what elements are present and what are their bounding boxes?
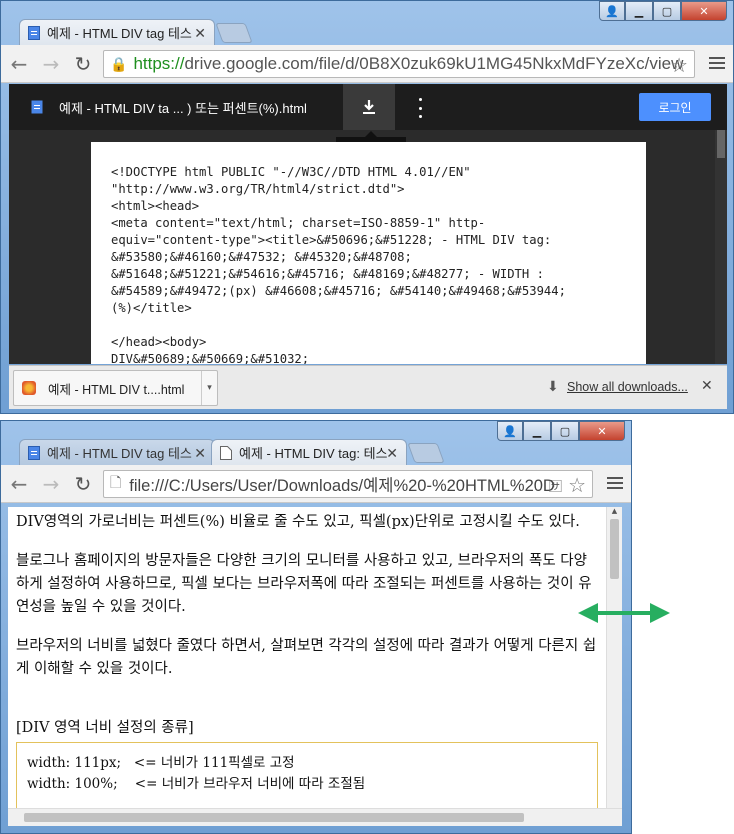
back-icon[interactable]: ← xyxy=(5,50,33,78)
paragraph-2: 블로그나 홈페이지의 방문자들은 다양한 크기의 모니터를 사용하고 있고, 브… xyxy=(16,553,592,615)
close-tab-icon[interactable]: ✕ xyxy=(194,445,206,462)
browser-toolbar: ← → ↻ 🔒 https:// drive.google.com/file/d… xyxy=(1,45,733,83)
tab-title: 예제 - HTML DIV tag 테스 xyxy=(47,26,192,41)
code-preview: <!DOCTYPE html PUBLIC "-//W3C//DTD HTML … xyxy=(91,142,646,364)
minimize-button[interactable]: ▁ xyxy=(625,1,653,21)
download-icon: ⬇ xyxy=(547,379,559,395)
new-tab-button[interactable] xyxy=(407,443,445,463)
tab-local-file[interactable]: 예제 - HTML DIV tag: 테스 ✕ xyxy=(211,439,407,465)
url-text: drive.google.com/file/d/0B8X0zuk69kU1MG4… xyxy=(184,54,684,73)
code-line: (%)</title> xyxy=(111,301,192,315)
page-icon xyxy=(220,445,232,460)
menu-icon[interactable] xyxy=(709,54,725,70)
horizontal-scrollbar[interactable] xyxy=(8,808,622,826)
code-line: equiv="content-type"><title>&#50696;&#51… xyxy=(111,233,552,247)
more-options-icon[interactable] xyxy=(415,98,425,118)
code-line: <meta content="text/html; charset=ISO-88… xyxy=(111,216,486,230)
doc-icon xyxy=(28,445,40,460)
box-line-1: width: 111px; <= 너비가 111픽셀로 고정 xyxy=(27,755,295,771)
scroll-up-arrow[interactable]: ▲ xyxy=(607,507,622,519)
minimize-button[interactable]: ▁ xyxy=(523,421,551,441)
tab-drive-file[interactable]: 예제 - HTML DIV tag 테스 ✕ xyxy=(19,439,215,465)
url-scheme: https:// xyxy=(133,54,185,73)
lock-icon: 🔒 xyxy=(110,55,128,72)
maximize-button[interactable]: ▢ xyxy=(653,1,681,21)
download-item-label: 예제 - HTML DIV t....html xyxy=(48,382,185,397)
new-tab-button[interactable] xyxy=(215,23,253,43)
doc-icon xyxy=(28,25,40,40)
tab-drive-file[interactable]: 예제 - HTML DIV tag 테스 ✕ xyxy=(19,19,215,45)
login-button[interactable]: 로그인 xyxy=(639,93,711,121)
file-title: 예제 - HTML DIV ta ... ) 또는 퍼센트(%).html xyxy=(59,100,307,116)
window-controls: 👤 ▁ ▢ ✕ xyxy=(497,421,625,441)
width-examples-box: width: 111px; <= 너비가 111픽셀로 고정 width: 10… xyxy=(16,742,598,808)
user-icon[interactable]: 👤 xyxy=(497,421,523,441)
title-bar: 예제 - HTML DIV tag 테스 ✕ 👤 ▁ ▢ ✕ xyxy=(1,1,733,45)
reload-icon[interactable]: ↻ xyxy=(69,50,97,78)
show-all-downloads-link[interactable]: Show all downloads... xyxy=(567,380,688,394)
close-window-button[interactable]: ✕ xyxy=(681,1,727,21)
html-file-icon xyxy=(22,381,36,395)
page-icon: 🗋 xyxy=(110,474,122,490)
download-item[interactable]: 예제 - HTML DIV t....html ▾ xyxy=(13,370,218,406)
address-bar[interactable]: 🗋 file:///C:/Users/User/Downloads/예제%20-… xyxy=(103,470,593,498)
viewer-header: 예제 - HTML DIV ta ... ) 또는 퍼센트(%).html 로그… xyxy=(9,84,727,130)
drive-viewer: 예제 - HTML DIV ta ... ) 또는 퍼센트(%).html 로그… xyxy=(9,84,727,364)
code-line: &#53580;&#46160;&#47532; &#45320;&#48708… xyxy=(111,250,412,264)
user-icon[interactable]: 👤 xyxy=(599,1,625,21)
vertical-scrollbar[interactable]: ▲ xyxy=(606,507,622,808)
page-content: DIV영역의 가로너비는 퍼센트(%) 비율로 줄 수도 있고, 픽셀(px)단… xyxy=(8,507,606,808)
download-icon xyxy=(363,100,375,114)
reload-icon[interactable]: ↻ xyxy=(69,470,97,498)
code-line: "http://www.w3.org/TR/html4/strict.dtd"> xyxy=(111,182,405,196)
download-shelf: 예제 - HTML DIV t....html ▾ ⬇ Show all dow… xyxy=(9,365,727,409)
tab-title: 예제 - HTML DIV tag: 테스 xyxy=(239,446,388,461)
close-tab-icon[interactable]: ✕ xyxy=(194,25,206,42)
address-bar[interactable]: 🔒 https:// drive.google.com/file/d/0B8X0… xyxy=(103,50,695,78)
title-bar: 예제 - HTML DIV tag 테스 ✕ 예제 - HTML DIV tag… xyxy=(1,421,631,465)
bookmark-star-icon[interactable]: ☆ xyxy=(670,53,688,77)
resize-arrow-icon xyxy=(578,603,670,623)
close-tab-icon[interactable]: ✕ xyxy=(386,445,398,462)
maximize-button[interactable]: ▢ xyxy=(551,421,579,441)
file-icon xyxy=(31,100,43,114)
bookmark-star-icon[interactable]: ☆ xyxy=(568,473,586,497)
download-button[interactable] xyxy=(343,84,395,130)
code-line: <!DOCTYPE html PUBLIC "-//W3C//DTD HTML … xyxy=(111,165,471,179)
forward-icon[interactable]: → xyxy=(37,50,65,78)
window-controls: 👤 ▁ ▢ ✕ xyxy=(599,1,727,21)
browser-toolbar: ← → ↻ 🗋 file:///C:/Users/User/Downloads/… xyxy=(1,465,631,503)
close-window-button[interactable]: ✕ xyxy=(579,421,625,441)
code-line: &#54589;&#49472;(px) &#46608;&#45716; &#… xyxy=(111,284,566,298)
code-line: </head><body> xyxy=(111,335,207,349)
paragraph-3: 브라우저의 너비를 넓혔다 줄였다 하면서, 살펴보면 각각의 설정에 따라 결… xyxy=(16,638,597,677)
code-line: <html><head> xyxy=(111,199,200,213)
code-line: DIV&#50689;&#50669;&#51032; xyxy=(111,352,310,364)
viewer-scrollbar[interactable] xyxy=(715,130,727,364)
url-text: file:///C:/Users/User/Downloads/예제%20-%2… xyxy=(129,477,555,495)
back-icon[interactable]: ← xyxy=(5,470,33,498)
translate-icon[interactable]: 🈂 xyxy=(549,476,562,495)
paragraph-1: DIV영역의 가로너비는 퍼센트(%) 비율로 줄 수도 있고, 픽셀(px)단… xyxy=(16,514,580,530)
drive-browser-window: 예제 - HTML DIV tag 테스 ✕ 👤 ▁ ▢ ✕ ← → ↻ 🔒 h… xyxy=(0,0,734,414)
scroll-thumb[interactable] xyxy=(610,519,619,579)
tab-title: 예제 - HTML DIV tag 테스 xyxy=(47,446,192,461)
scroll-thumb[interactable] xyxy=(24,813,524,822)
menu-icon[interactable] xyxy=(607,474,623,490)
code-line: &#51648;&#51221;&#54616;&#45716; &#48169… xyxy=(111,267,544,281)
box-line-2: width: 100%; <= 너비가 브라우저 너비에 따라 조절됨 xyxy=(27,776,366,792)
section-heading: [DIV 영역 너비 설정의 종류] xyxy=(16,720,194,736)
close-shelf-icon[interactable]: ✕ xyxy=(701,378,713,394)
forward-icon[interactable]: → xyxy=(37,470,65,498)
download-item-menu[interactable]: ▾ xyxy=(201,371,217,405)
